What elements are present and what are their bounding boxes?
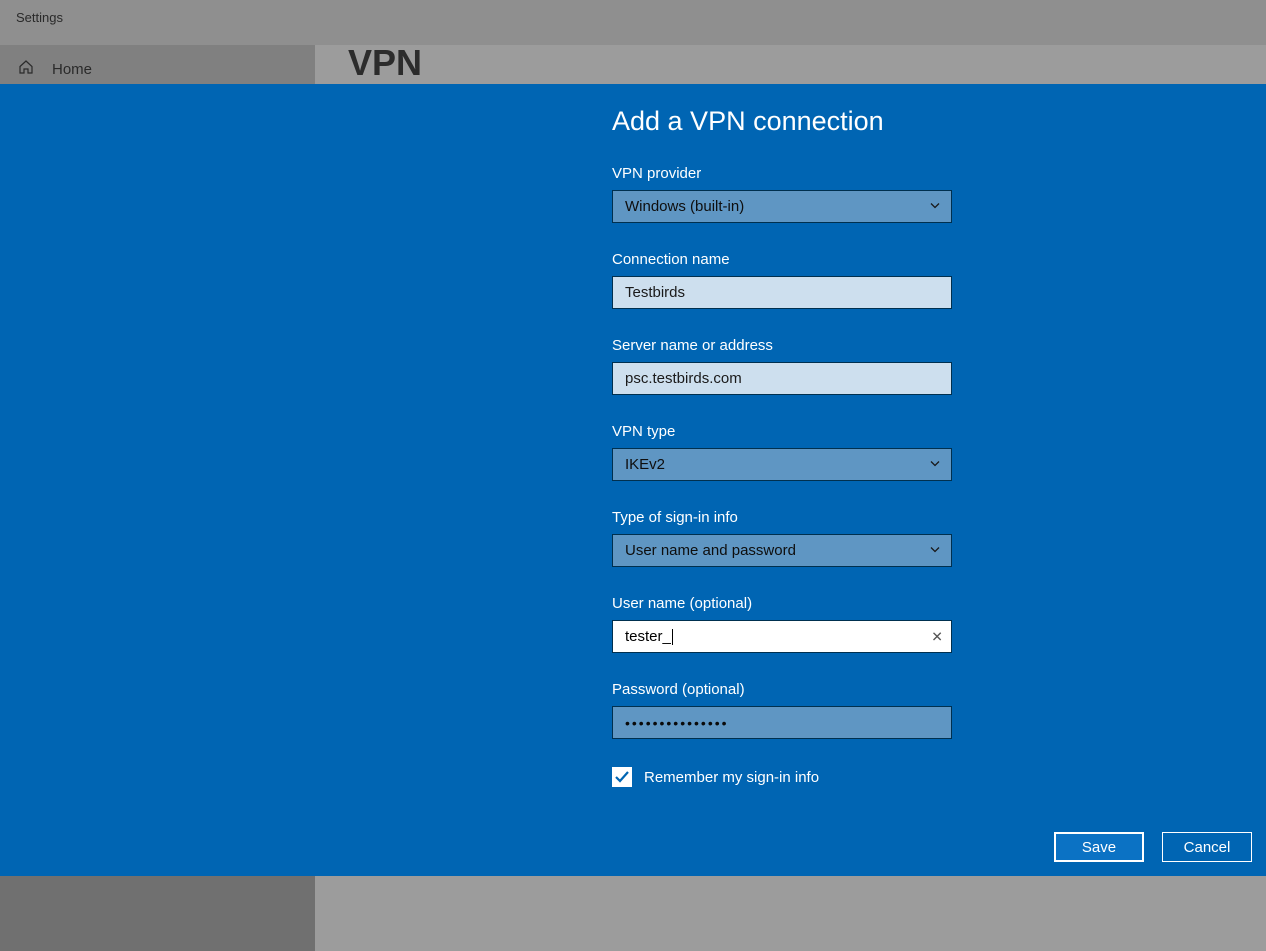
sidebar-home-label: Home [52, 61, 92, 78]
password-input[interactable]: ••••••••••••••• [612, 706, 952, 739]
connection-name-label: Connection name [612, 251, 952, 268]
cancel-button-label: Cancel [1184, 839, 1231, 856]
username-label: User name (optional) [612, 595, 952, 612]
dialog-form: Add a VPN connection VPN provider Window… [612, 106, 952, 787]
signin-type-label: Type of sign-in info [612, 509, 952, 526]
connection-name-input[interactable]: Testbirds [612, 276, 952, 309]
field-signin-type: Type of sign-in info User name and passw… [612, 509, 952, 567]
checkmark-icon [614, 769, 630, 785]
home-icon [18, 59, 34, 79]
chevron-down-icon [929, 456, 941, 473]
chevron-down-icon [929, 198, 941, 215]
page-heading: VPN [348, 42, 422, 84]
server-input[interactable]: psc.testbirds.com [612, 362, 952, 395]
add-vpn-dialog: Add a VPN connection VPN provider Window… [0, 84, 1266, 876]
sidebar-bottom-area [0, 876, 315, 951]
connection-name-value: Testbirds [625, 284, 685, 301]
field-vpn-type: VPN type IKEv2 [612, 423, 952, 481]
save-button[interactable]: Save [1054, 832, 1144, 862]
cancel-button[interactable]: Cancel [1162, 832, 1252, 862]
vpn-provider-label: VPN provider [612, 165, 952, 182]
signin-type-value: User name and password [625, 542, 796, 559]
text-caret [672, 629, 673, 645]
server-label: Server name or address [612, 337, 952, 354]
vpn-type-value: IKEv2 [625, 456, 665, 473]
username-value: tester_ [625, 628, 671, 645]
vpn-type-label: VPN type [612, 423, 952, 440]
vpn-provider-value: Windows (built-in) [625, 198, 744, 215]
password-label: Password (optional) [612, 681, 952, 698]
field-password: Password (optional) ••••••••••••••• [612, 681, 952, 739]
save-button-label: Save [1082, 839, 1116, 856]
signin-type-select[interactable]: User name and password [612, 534, 952, 567]
field-vpn-provider: VPN provider Windows (built-in) [612, 165, 952, 223]
chevron-down-icon [929, 542, 941, 559]
remember-checkbox[interactable] [612, 767, 632, 787]
vpn-type-select[interactable]: IKEv2 [612, 448, 952, 481]
password-masked: ••••••••••••••• [625, 715, 729, 731]
window-titlebar: Settings [0, 0, 1266, 45]
remember-label: Remember my sign-in info [644, 769, 819, 786]
window-title: Settings [16, 10, 63, 25]
field-connection-name: Connection name Testbirds [612, 251, 952, 309]
server-value: psc.testbirds.com [625, 370, 742, 387]
vpn-provider-select[interactable]: Windows (built-in) [612, 190, 952, 223]
clear-input-button[interactable]: ✕ [931, 628, 943, 645]
username-input[interactable]: tester_ ✕ [612, 620, 952, 653]
field-username: User name (optional) tester_ ✕ [612, 595, 952, 653]
field-server: Server name or address psc.testbirds.com [612, 337, 952, 395]
dialog-title: Add a VPN connection [612, 106, 952, 137]
dialog-buttons: Save Cancel [1054, 832, 1252, 862]
remember-signin-row[interactable]: Remember my sign-in info [612, 767, 952, 787]
